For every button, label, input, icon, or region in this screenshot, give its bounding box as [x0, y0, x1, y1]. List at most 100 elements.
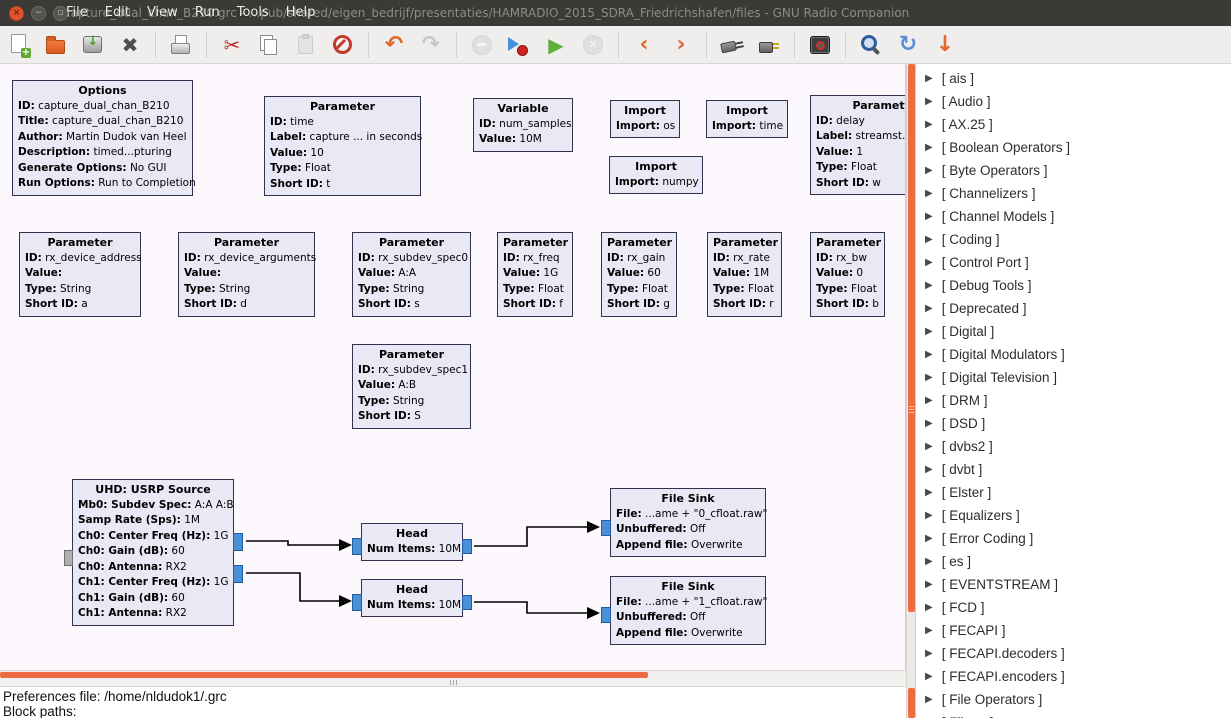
category-elster[interactable]: ▶[ Elster ] — [916, 481, 1231, 504]
category-dvbt[interactable]: ▶[ dvbt ] — [916, 458, 1231, 481]
category-fecapi.decoders[interactable]: ▶[ FECAPI.decoders ] — [916, 642, 1231, 665]
category-controlport[interactable]: ▶[ Control Port ] — [916, 251, 1231, 274]
menu-help[interactable]: Help — [286, 5, 316, 20]
uhd-usrp-source-left-port[interactable] — [64, 550, 73, 566]
back-icon[interactable]: ‹ — [630, 31, 658, 59]
close-file-icon[interactable]: ✖ — [116, 31, 144, 59]
file-sink-0-left-port[interactable] — [601, 520, 611, 536]
menu-view[interactable]: View — [147, 5, 178, 20]
category-coding[interactable]: ▶[ Coding ] — [916, 228, 1231, 251]
canvas-hscrollbar[interactable] — [0, 670, 906, 679]
console-scrollbar-thumb[interactable] — [908, 688, 915, 718]
uhd-usrp-source[interactable]: UHD: USRP SourceMb0: Subdev Spec: A:A A:… — [72, 479, 234, 626]
sidebar-scrollbar[interactable] — [906, 64, 915, 718]
search-icon[interactable] — [857, 31, 885, 59]
parameter-rx-freq[interactable]: ParameterID: rx_freqValue: 1GType: Float… — [497, 232, 573, 317]
menu-tools[interactable]: Tools — [237, 5, 269, 20]
expand-arrow-icon[interactable]: ▶ — [925, 671, 933, 682]
screenshot-icon[interactable] — [806, 31, 834, 59]
head-0-right-port[interactable] — [462, 539, 472, 554]
category-channelmodels[interactable]: ▶[ Channel Models ] — [916, 205, 1231, 228]
category-dsd[interactable]: ▶[ DSD ] — [916, 412, 1231, 435]
expand-arrow-icon[interactable]: ▶ — [925, 648, 933, 659]
expand-arrow-icon[interactable]: ▶ — [925, 303, 933, 314]
import-numpy[interactable]: ImportImport: numpy — [609, 156, 703, 194]
category-dvbs2[interactable]: ▶[ dvbs2 ] — [916, 435, 1231, 458]
canvas-hscrollbar-thumb[interactable] — [0, 672, 648, 678]
uhd-usrp-source-right-port[interactable] — [233, 533, 243, 551]
open-file-icon[interactable] — [42, 31, 70, 59]
expand-arrow-icon[interactable]: ▶ — [925, 211, 933, 222]
category-equalizers[interactable]: ▶[ Equalizers ] — [916, 504, 1231, 527]
category-filters[interactable]: ▶[ Filters ] — [916, 711, 1231, 718]
cut-icon[interactable]: ✂ — [218, 31, 246, 59]
head-1-right-port[interactable] — [462, 595, 472, 610]
reload-icon[interactable]: ↻ — [894, 31, 922, 59]
category-digitaltelevision[interactable]: ▶[ Digital Television ] — [916, 366, 1231, 389]
expand-arrow-icon[interactable]: ▶ — [925, 280, 933, 291]
parser-errors-down-arrow-icon[interactable]: ↓ — [931, 31, 959, 59]
category-deprecated[interactable]: ▶[ Deprecated ] — [916, 297, 1231, 320]
import-time[interactable]: ImportImport: time — [706, 100, 788, 138]
paste-icon[interactable] — [292, 31, 320, 59]
expand-arrow-icon[interactable]: ▶ — [925, 326, 933, 337]
expand-arrow-icon[interactable]: ▶ — [925, 165, 933, 176]
flowgraph-canvas[interactable]: OptionsID: capture_dual_chan_B210Title: … — [0, 64, 906, 670]
category-digital[interactable]: ▶[ Digital ] — [916, 320, 1231, 343]
expand-arrow-icon[interactable]: ▶ — [925, 464, 933, 475]
kill-flowgraph-icon[interactable] — [579, 31, 607, 59]
parameter-rx-rate[interactable]: ParameterID: rx_rateValue: 1MType: Float… — [707, 232, 782, 317]
category-digitalmodulators[interactable]: ▶[ Digital Modulators ] — [916, 343, 1231, 366]
menu-run[interactable]: Run — [195, 5, 220, 20]
parameter-rx-bw[interactable]: ParameterID: rx_bwValue: 0Type: FloatSho… — [810, 232, 885, 317]
forward-icon[interactable]: › — [667, 31, 695, 59]
expand-arrow-icon[interactable]: ▶ — [925, 625, 933, 636]
canvas-console-splitter[interactable] — [0, 679, 906, 686]
expand-arrow-icon[interactable]: ▶ — [925, 188, 933, 199]
expand-arrow-icon[interactable]: ▶ — [925, 349, 933, 360]
execute-flowgraph-icon[interactable]: ▶ — [542, 31, 570, 59]
category-channelizers[interactable]: ▶[ Channelizers ] — [916, 182, 1231, 205]
window-minimize-icon[interactable]: − — [31, 6, 46, 21]
expand-arrow-icon[interactable]: ▶ — [925, 441, 933, 452]
plug-icon[interactable] — [755, 31, 783, 59]
head-0[interactable]: HeadNum Items: 10M — [361, 523, 463, 561]
plug-cable-icon[interactable] — [718, 31, 746, 59]
expand-arrow-icon[interactable]: ▶ — [925, 119, 933, 130]
delete-icon[interactable] — [329, 31, 357, 59]
category-byteoperators[interactable]: ▶[ Byte Operators ] — [916, 159, 1231, 182]
new-file-icon[interactable] — [5, 31, 33, 59]
expand-arrow-icon[interactable]: ▶ — [925, 234, 933, 245]
category-audio[interactable]: ▶[ Audio ] — [916, 90, 1231, 113]
errors-minus-icon[interactable] — [468, 31, 496, 59]
variable-num-samples[interactable]: VariableID: num_samplesValue: 10M — [473, 98, 573, 152]
head-0-left-port[interactable] — [352, 538, 362, 555]
category-eventstream[interactable]: ▶[ EVENTSTREAM ] — [916, 573, 1231, 596]
expand-arrow-icon[interactable]: ▶ — [925, 418, 933, 429]
head-1-left-port[interactable] — [352, 594, 362, 611]
expand-arrow-icon[interactable]: ▶ — [925, 487, 933, 498]
parameter-time[interactable]: ParameterID: timeLabel: capture ... in s… — [264, 96, 421, 196]
category-fecapi.encoders[interactable]: ▶[ FECAPI.encoders ] — [916, 665, 1231, 688]
parameter-rx-subdev-spec1[interactable]: ParameterID: rx_subdev_spec1Value: A:BTy… — [352, 344, 471, 429]
expand-arrow-icon[interactable]: ▶ — [925, 73, 933, 84]
usrp-out0-to-head0[interactable] — [246, 539, 352, 551]
head0-to-filesink0[interactable] — [474, 521, 600, 546]
parameter-delay[interactable]: ParameterID: delayLabel: streamst...Valu… — [810, 95, 906, 195]
parameter-rx-device-address[interactable]: ParameterID: rx_device_addressValue: Typ… — [19, 232, 141, 317]
category-drm[interactable]: ▶[ DRM ] — [916, 389, 1231, 412]
usrp-out1-to-head1[interactable] — [246, 573, 352, 607]
parameter-rx-subdev-spec0[interactable]: ParameterID: rx_subdev_spec0Value: A:ATy… — [352, 232, 471, 317]
save-file-icon[interactable] — [79, 31, 107, 59]
expand-arrow-icon[interactable]: ▶ — [925, 372, 933, 383]
category-debugtools[interactable]: ▶[ Debug Tools ] — [916, 274, 1231, 297]
menu-file[interactable]: File — [66, 5, 88, 20]
redo-icon[interactable]: ↷ — [417, 31, 445, 59]
options-block[interactable]: OptionsID: capture_dual_chan_B210Title: … — [12, 80, 193, 196]
category-ais[interactable]: ▶[ ais ] — [916, 67, 1231, 90]
window-close-icon[interactable]: × — [9, 6, 24, 21]
expand-arrow-icon[interactable]: ▶ — [925, 579, 933, 590]
expand-arrow-icon[interactable]: ▶ — [925, 142, 933, 153]
undo-icon[interactable]: ↶ — [380, 31, 408, 59]
file-sink-1-left-port[interactable] — [601, 607, 611, 623]
